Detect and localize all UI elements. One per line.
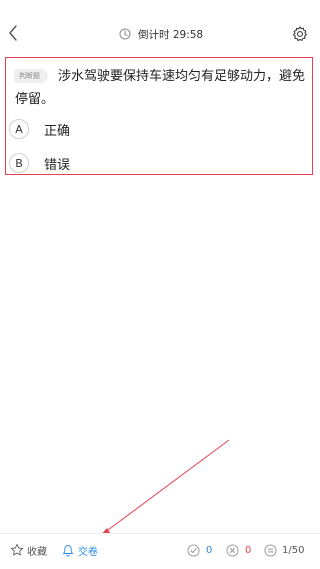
bell-icon <box>63 544 73 556</box>
submit-exam-button[interactable]: 交卷 <box>62 542 98 558</box>
star-icon <box>10 543 24 556</box>
favorite-label: 收藏 <box>27 546 47 558</box>
correct-count: 0 <box>187 542 212 558</box>
progress-value: 1/50 <box>282 544 305 556</box>
annotation-arrow <box>100 439 230 536</box>
wrong-count: 0 <box>226 542 251 558</box>
bottom-toolbar: 收藏 交卷 0 0 1/50 <box>0 533 320 569</box>
correct-count-value: 0 <box>206 544 213 556</box>
wrong-count-value: 0 <box>245 544 252 556</box>
list-circle-icon <box>264 543 277 557</box>
favorite-button[interactable]: 收藏 <box>10 542 47 558</box>
submit-label: 交卷 <box>78 546 98 558</box>
check-circle-icon <box>187 543 200 557</box>
question-progress[interactable]: 1/50 <box>264 542 304 558</box>
x-circle-icon <box>226 543 239 557</box>
